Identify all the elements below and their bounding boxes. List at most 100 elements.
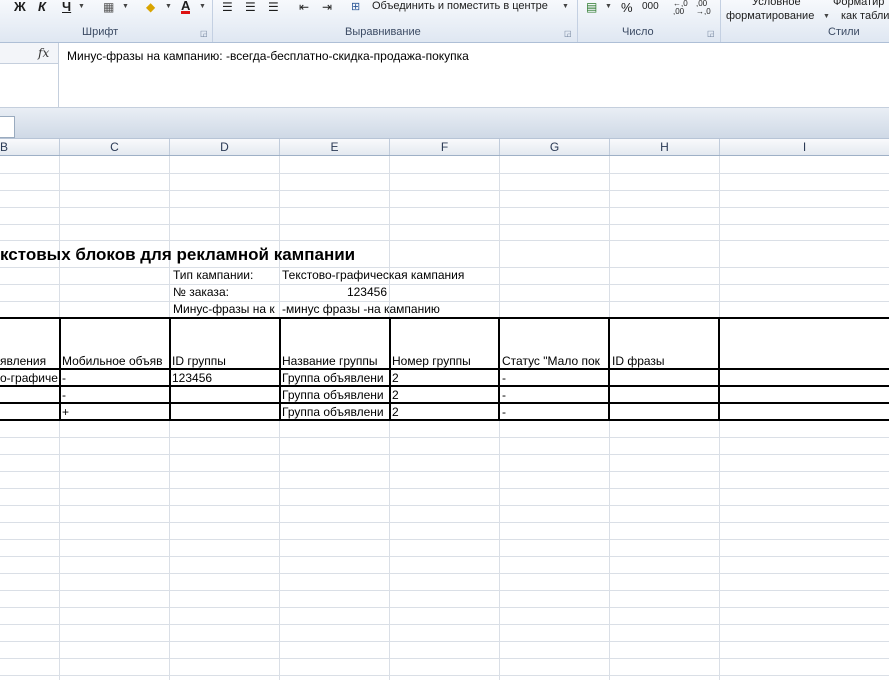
merge-center-button[interactable]: Объединить и поместить в центре [372, 0, 548, 12]
cell-row3-e[interactable]: Группа объявлени [282, 405, 388, 419]
gridline [0, 284, 889, 285]
styles-group-label: Стили [828, 26, 860, 38]
column-header-b[interactable]: B [0, 139, 60, 155]
align-right-icon[interactable]: ☰ [268, 0, 279, 14]
cell-row1-b[interactable]: о-графиче [0, 371, 58, 385]
column-header-g[interactable]: G [500, 139, 610, 155]
group-separator [212, 0, 213, 42]
format-as-table-button[interactable]: как табли [841, 10, 889, 22]
column-header-c[interactable]: C [60, 139, 170, 155]
borders-dropdown-icon[interactable]: ▼ [122, 3, 129, 10]
bold-button[interactable]: Ж [14, 0, 26, 14]
gridline [0, 207, 889, 208]
number-dialog-launcher-icon[interactable]: ◲ [707, 29, 715, 38]
align-left-icon[interactable]: ☰ [222, 0, 233, 14]
decrease-indent-icon[interactable]: ⇤ [299, 0, 309, 14]
accounting-dropdown-icon[interactable]: ▼ [605, 3, 612, 10]
fill-color-icon[interactable]: ◆ [146, 0, 155, 14]
gridline [0, 505, 889, 506]
alignment-dialog-launcher-icon[interactable]: ◲ [564, 29, 572, 38]
table-border [608, 317, 610, 421]
merge-center-icon[interactable]: ⊞ [351, 0, 360, 14]
table-border [718, 317, 720, 421]
table-header-c: Мобильное объяв [62, 354, 163, 368]
font-color-button[interactable]: A [181, 0, 191, 14]
table-border [279, 317, 281, 421]
increase-indent-icon[interactable]: ⇥ [322, 0, 332, 14]
column-header-row: B C D E F G H I [0, 139, 889, 156]
conditional-formatting-dropdown-icon[interactable]: ▼ [823, 13, 830, 20]
font-color-dropdown-icon[interactable]: ▼ [199, 3, 206, 10]
sheet-title: кстовых блоков для рекламной кампании [0, 245, 356, 264]
cell-row1-g[interactable]: - [502, 371, 607, 385]
column-header-h[interactable]: H [610, 139, 720, 155]
formula-input[interactable]: Минус-фразы на кампанию: -всегда-бесплат… [67, 49, 469, 63]
accounting-format-icon[interactable]: ▤ [586, 0, 597, 14]
gridline [0, 488, 889, 489]
campaign-type-label: Тип кампании: [173, 268, 254, 282]
font-dialog-launcher-icon[interactable]: ◲ [200, 29, 208, 38]
number-group-label: Число [622, 26, 654, 38]
conditional-formatting-line1[interactable]: Условное [752, 0, 801, 8]
borders-icon[interactable]: ▦ [103, 0, 114, 14]
worksheet-grid[interactable]: кстовых блоков для рекламной кампании Ти… [0, 156, 889, 680]
underline-dropdown-icon[interactable]: ▼ [78, 3, 85, 10]
cell-row1-e[interactable]: Группа объявлени [282, 371, 388, 385]
cell-row2-f[interactable]: 2 [392, 388, 497, 402]
thousands-separator-button[interactable]: 000 [642, 1, 659, 12]
gridline [0, 641, 889, 642]
gridline [0, 573, 889, 574]
workbook-tab-strip [0, 108, 889, 139]
cell-row3-g[interactable]: - [502, 405, 607, 419]
column-header-i[interactable]: I [720, 139, 889, 155]
gridline [0, 224, 889, 225]
cell-row2-e[interactable]: Группа объявлени [282, 388, 388, 402]
column-header-e[interactable]: E [280, 139, 390, 155]
fill-color-dropdown-icon[interactable]: ▼ [165, 3, 172, 10]
column-header-d[interactable]: D [170, 139, 280, 155]
group-separator [720, 0, 721, 42]
gridline [0, 590, 889, 591]
table-border [0, 402, 889, 404]
table-border [389, 317, 391, 421]
align-center-icon[interactable]: ☰ [245, 0, 256, 14]
underline-button[interactable]: Ч [62, 0, 71, 14]
formula-bar-left: fx [0, 43, 59, 64]
table-border [169, 317, 171, 421]
cell-row1-c[interactable]: - [62, 371, 168, 385]
cell-row1-f[interactable]: 2 [392, 371, 497, 385]
gridline [0, 437, 889, 438]
gridline [0, 607, 889, 608]
merge-dropdown-icon[interactable]: ▼ [562, 3, 569, 10]
table-header-b: явления [0, 354, 47, 368]
table-border [0, 419, 889, 421]
column-header-f[interactable]: F [390, 139, 500, 155]
cell-row2-c[interactable]: - [62, 388, 168, 402]
percent-button[interactable]: % [621, 0, 633, 15]
table-header-f: Номер группы [392, 354, 471, 368]
sheet-icon[interactable] [0, 116, 15, 138]
formula-divider [58, 43, 59, 107]
gridline [0, 190, 889, 191]
format-as-table-line1[interactable]: Форматир [833, 0, 884, 8]
table-border [0, 368, 889, 370]
decrease-decimal-button[interactable]: ,00 →,0 [696, 0, 711, 16]
group-separator [577, 0, 578, 42]
gridline [0, 658, 889, 659]
italic-button[interactable]: К [38, 0, 46, 14]
order-value: 123456 [346, 285, 387, 299]
gridline [0, 173, 889, 174]
campaign-type-value: Текстово-графическая кампания [282, 268, 465, 282]
gridline [0, 624, 889, 625]
cell-row3-c[interactable]: + [62, 405, 168, 419]
gridline [0, 240, 889, 241]
cell-row3-f[interactable]: 2 [392, 405, 497, 419]
conditional-formatting-button[interactable]: форматирование [726, 10, 814, 22]
ribbon: Ж К Ч ▼ ▦ ▼ ◆ ▼ A ▼ ☰ ☰ ☰ ⇤ ⇥ ⊞ Объедини… [0, 0, 889, 43]
table-border [0, 317, 889, 319]
cell-row1-d[interactable]: 123456 [172, 371, 278, 385]
insert-function-icon[interactable]: fx [38, 46, 49, 60]
gridline [0, 556, 889, 557]
cell-row2-g[interactable]: - [502, 388, 607, 402]
increase-decimal-button[interactable]: ←,0,00 [673, 0, 688, 16]
